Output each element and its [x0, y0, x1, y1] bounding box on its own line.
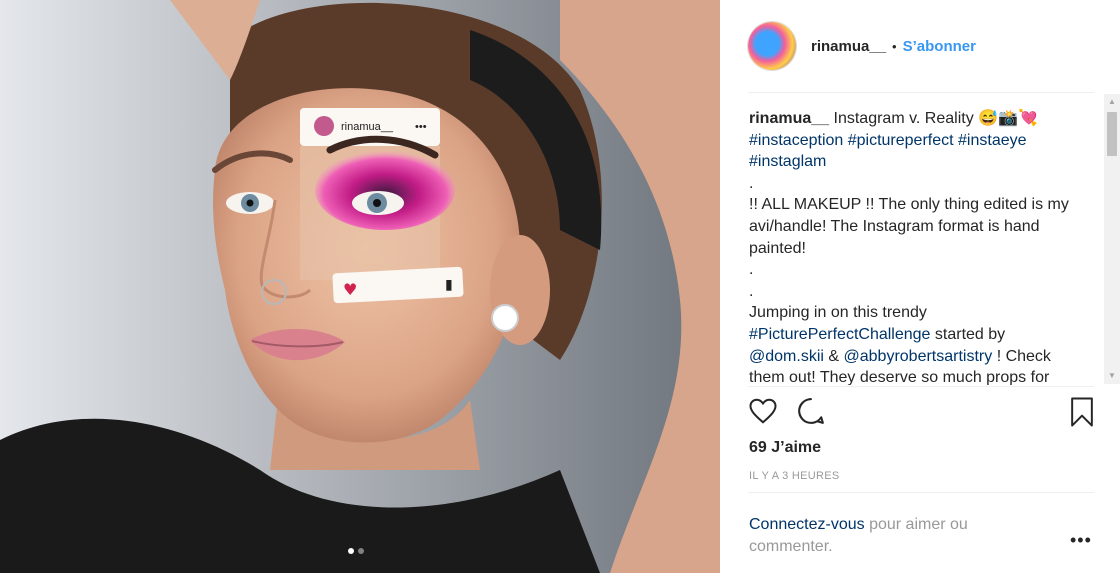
login-link[interactable]: Connectez-vous — [749, 516, 865, 533]
caption-amp: & — [828, 347, 840, 365]
comment-divider — [748, 492, 1094, 493]
caption-jump-line: Jumping in on this trendy — [749, 304, 927, 322]
scrollbar-thumb[interactable] — [1107, 112, 1117, 156]
header-separator: • — [892, 38, 897, 54]
avatar[interactable] — [748, 22, 796, 70]
caption-scrollbar[interactable]: ▲ ▼ — [1104, 94, 1120, 384]
caption-hashtags[interactable]: #instaception #pictureperfect #instaeye — [749, 130, 1079, 152]
caption: rinamua__ Instagram v. Reality 😅📸💘 #inst… — [749, 108, 1079, 385]
caption-dot: . — [749, 174, 754, 192]
carousel-dot-2[interactable] — [358, 548, 364, 554]
follow-button[interactable]: S’abonner — [903, 38, 976, 55]
svg-text:♥: ♥ — [343, 280, 357, 299]
scroll-down-arrow-icon[interactable]: ▼ — [1104, 368, 1120, 384]
post-side-panel: rinamua__ • S’abonner rinamua__ Instagra… — [720, 0, 1120, 573]
heart-icon[interactable] — [748, 396, 778, 431]
like-count[interactable]: 69 J’aime — [749, 439, 821, 457]
caption-title: Instagram v. Reality 😅📸💘 — [833, 110, 1038, 127]
more-options-icon[interactable]: ••• — [1070, 530, 1092, 551]
scroll-up-arrow-icon[interactable]: ▲ — [1104, 94, 1120, 110]
post-timestamp[interactable]: IL Y A 3 HEURES — [749, 470, 840, 482]
comment-prompt: Connectez-vous pour aimer ou commenter. — [749, 514, 1019, 557]
post-photo[interactable]: rinamua__ ••• ♥ ▮ — [0, 0, 720, 573]
caption-author[interactable]: rinamua__ — [749, 110, 829, 127]
carousel-dot-1[interactable] — [348, 548, 354, 554]
header-divider — [748, 92, 1094, 93]
caption-dot: . — [749, 261, 754, 279]
comment-icon[interactable] — [796, 396, 826, 431]
caption-divider — [748, 386, 1094, 387]
bookmark-icon[interactable] — [1068, 396, 1096, 433]
mention-abbyrobertsartistry[interactable]: @abbyrobertsartistry — [844, 348, 993, 365]
caption-dot: . — [749, 282, 754, 300]
mention-dom-skii[interactable]: @dom.skii — [749, 348, 824, 365]
post-header: rinamua__ • S’abonner — [748, 20, 1094, 72]
painted-dots: ••• — [415, 121, 427, 133]
header-username[interactable]: rinamua__ — [811, 38, 886, 55]
caption-hashtag-instaglam[interactable]: #instaglam — [749, 151, 1079, 173]
caption-started-by: started by — [934, 325, 1006, 343]
painted-username: rinamua__ — [341, 121, 394, 133]
caption-makeup-line: !! ALL MAKEUP !! The only thing edited i… — [749, 196, 1069, 257]
action-bar — [748, 396, 1094, 432]
carousel-indicator — [348, 548, 364, 554]
post-photo-illustration: rinamua__ ••• ♥ ▮ — [0, 0, 720, 573]
svg-text:▮: ▮ — [445, 277, 453, 293]
challenge-hashtag[interactable]: #PicturePerfectChallenge — [749, 326, 930, 343]
